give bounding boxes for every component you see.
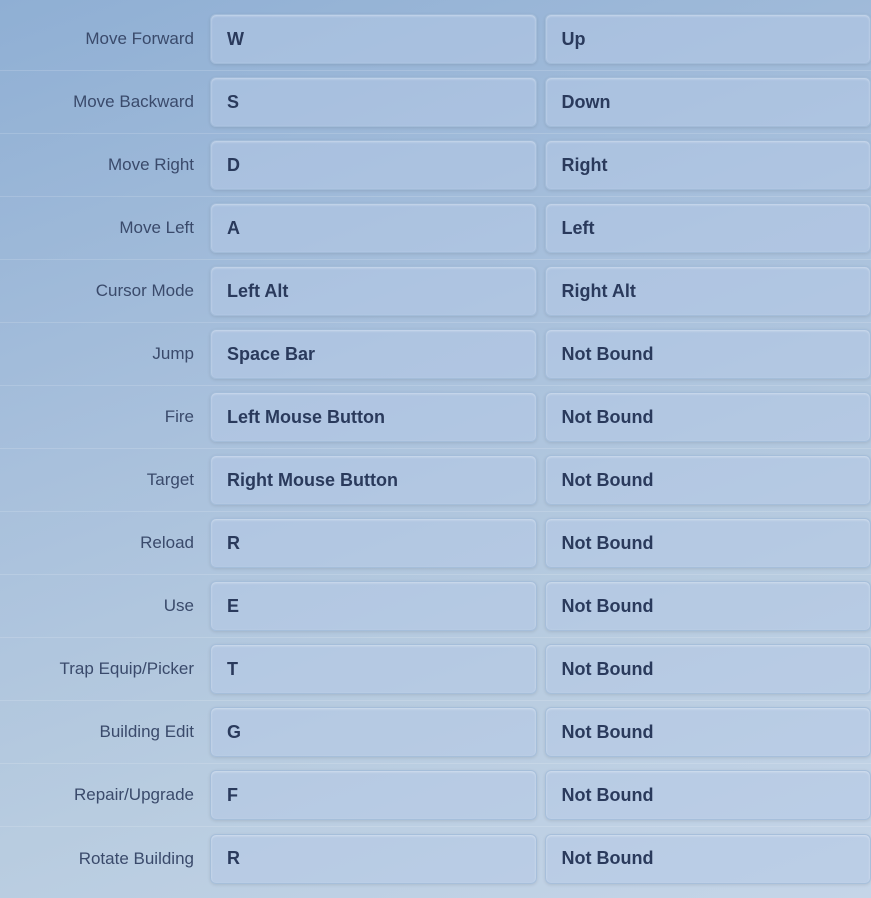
keybinding-row: Move ForwardWUp xyxy=(0,8,871,71)
secondary-key-binding[interactable]: Right xyxy=(545,140,871,190)
primary-key-binding[interactable]: R xyxy=(210,834,537,884)
primary-key-binding[interactable]: A xyxy=(210,203,537,253)
action-label: Move Right xyxy=(0,155,210,175)
secondary-key-binding[interactable]: Not Bound xyxy=(545,455,871,505)
secondary-key-binding[interactable]: Right Alt xyxy=(545,266,871,316)
secondary-key-binding[interactable]: Not Bound xyxy=(545,834,871,884)
primary-key-binding[interactable]: Space Bar xyxy=(210,329,537,379)
keybinding-row: Building EditGNot Bound xyxy=(0,701,871,764)
primary-key-binding[interactable]: Left Mouse Button xyxy=(210,392,537,442)
action-label: Trap Equip/Picker xyxy=(0,659,210,679)
primary-key-binding[interactable]: W xyxy=(210,14,537,64)
keybinding-row: JumpSpace BarNot Bound xyxy=(0,323,871,386)
secondary-key-binding[interactable]: Not Bound xyxy=(545,707,871,757)
keybinding-row: Rotate BuildingRNot Bound xyxy=(0,827,871,890)
keybinding-table: Move ForwardWUpMove BackwardSDownMove Ri… xyxy=(0,0,871,898)
keybinding-row: ReloadRNot Bound xyxy=(0,512,871,575)
primary-key-binding[interactable]: F xyxy=(210,770,537,820)
primary-key-binding[interactable]: Left Alt xyxy=(210,266,537,316)
primary-key-binding[interactable]: E xyxy=(210,581,537,631)
keybinding-row: UseENot Bound xyxy=(0,575,871,638)
action-label: Rotate Building xyxy=(0,849,210,869)
primary-key-binding[interactable]: D xyxy=(210,140,537,190)
action-label: Fire xyxy=(0,407,210,427)
secondary-key-binding[interactable]: Left xyxy=(545,203,871,253)
keybinding-row: Move BackwardSDown xyxy=(0,71,871,134)
secondary-key-binding[interactable]: Not Bound xyxy=(545,770,871,820)
action-label: Move Backward xyxy=(0,92,210,112)
action-label: Building Edit xyxy=(0,722,210,742)
secondary-key-binding[interactable]: Not Bound xyxy=(545,518,871,568)
primary-key-binding[interactable]: S xyxy=(210,77,537,127)
secondary-key-binding[interactable]: Down xyxy=(545,77,871,127)
keybinding-row: Move LeftALeft xyxy=(0,197,871,260)
action-label: Jump xyxy=(0,344,210,364)
keybinding-row: Trap Equip/PickerTNot Bound xyxy=(0,638,871,701)
action-label: Use xyxy=(0,596,210,616)
action-label: Target xyxy=(0,470,210,490)
action-label: Move Forward xyxy=(0,29,210,49)
secondary-key-binding[interactable]: Up xyxy=(545,14,871,64)
action-label: Move Left xyxy=(0,218,210,238)
keybinding-row: TargetRight Mouse ButtonNot Bound xyxy=(0,449,871,512)
secondary-key-binding[interactable]: Not Bound xyxy=(545,329,871,379)
secondary-key-binding[interactable]: Not Bound xyxy=(545,581,871,631)
secondary-key-binding[interactable]: Not Bound xyxy=(545,392,871,442)
keybinding-row: Cursor ModeLeft AltRight Alt xyxy=(0,260,871,323)
keybinding-row: FireLeft Mouse ButtonNot Bound xyxy=(0,386,871,449)
action-label: Reload xyxy=(0,533,210,553)
primary-key-binding[interactable]: R xyxy=(210,518,537,568)
secondary-key-binding[interactable]: Not Bound xyxy=(545,644,871,694)
keybinding-row: Move RightDRight xyxy=(0,134,871,197)
action-label: Repair/Upgrade xyxy=(0,785,210,805)
primary-key-binding[interactable]: Right Mouse Button xyxy=(210,455,537,505)
primary-key-binding[interactable]: T xyxy=(210,644,537,694)
action-label: Cursor Mode xyxy=(0,281,210,301)
primary-key-binding[interactable]: G xyxy=(210,707,537,757)
keybinding-row: Repair/UpgradeFNot Bound xyxy=(0,764,871,827)
